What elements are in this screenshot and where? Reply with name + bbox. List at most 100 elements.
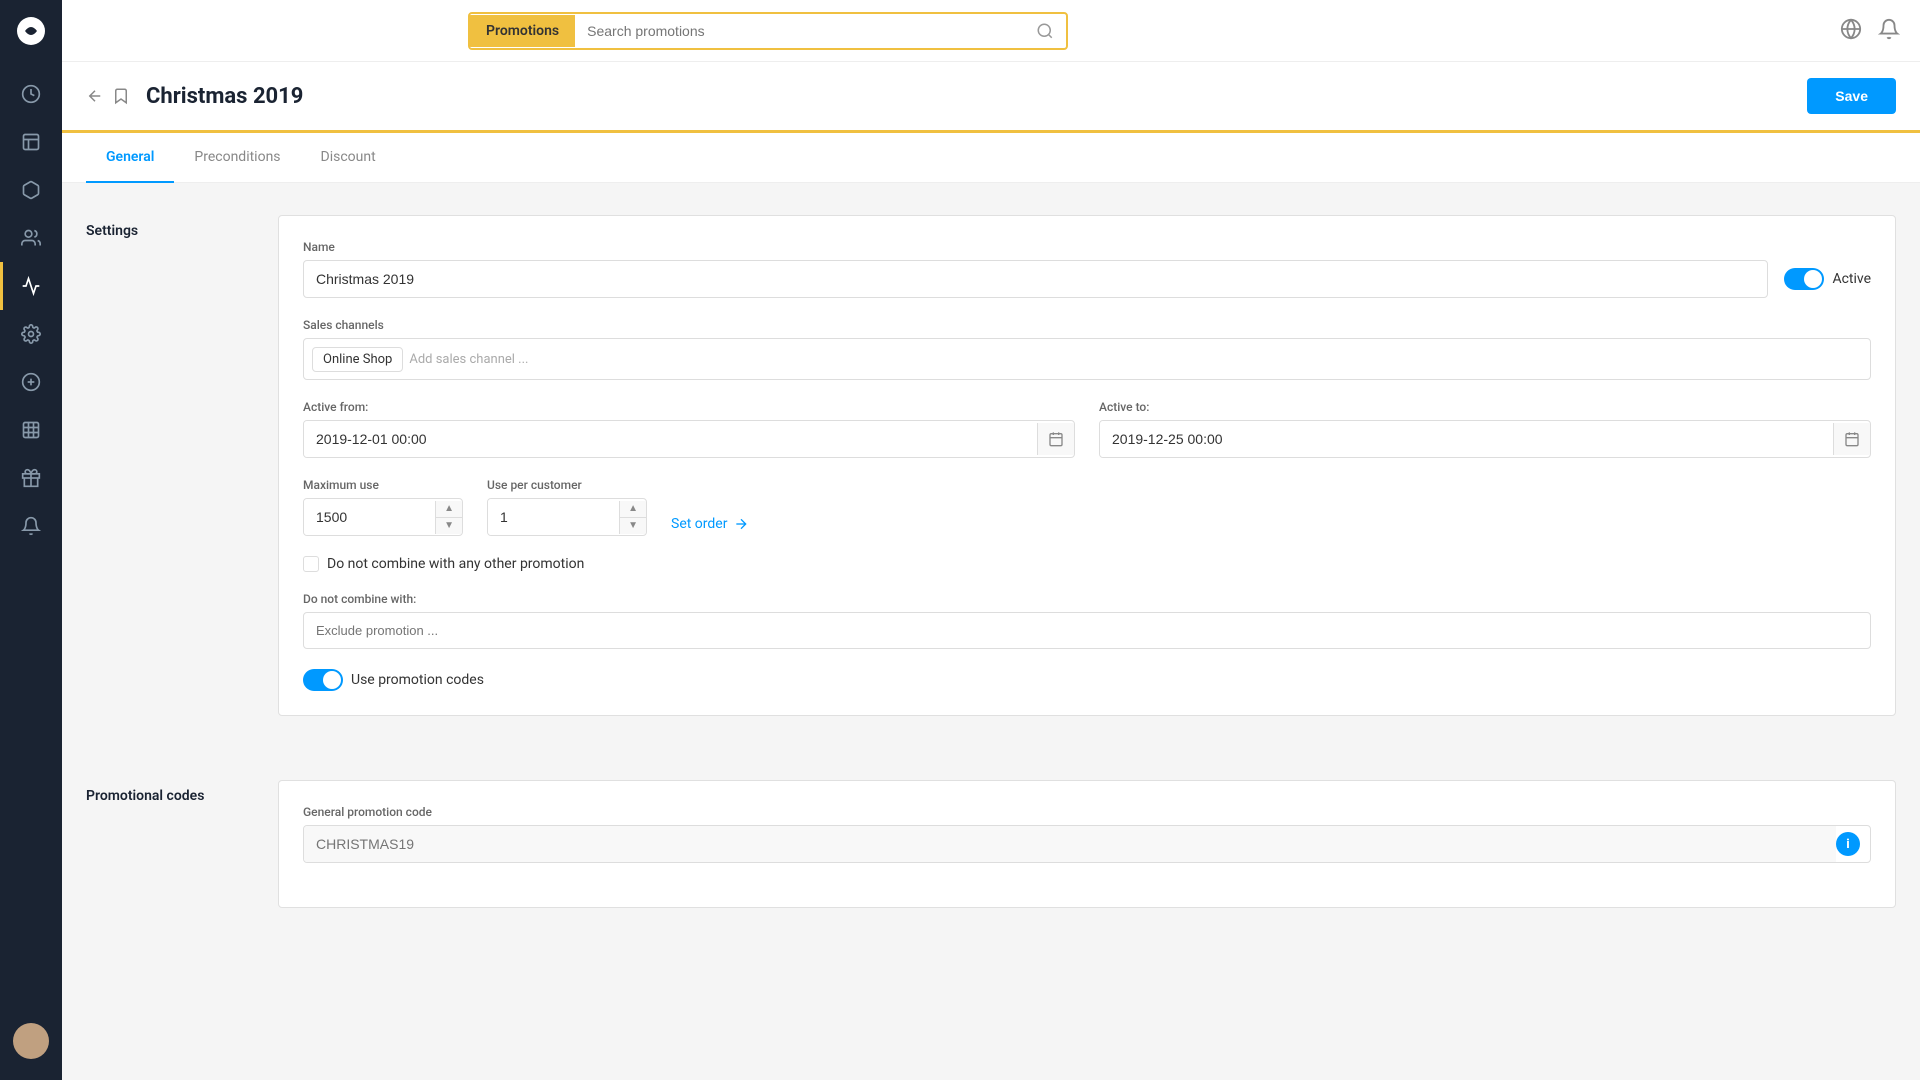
sales-channels-label: Sales channels [303,318,1871,332]
sidebar-item-customers[interactable] [0,214,62,262]
sidebar-item-settings[interactable] [0,310,62,358]
globe-icon [1840,18,1862,40]
sidebar [0,0,62,1080]
content-area: General Preconditions Discount Settings … [62,133,1920,1080]
exclude-label: Do not combine with: [303,592,1871,606]
online-shop-tag[interactable]: Online Shop [312,347,403,372]
settings-label: Settings [86,215,246,716]
promotional-codes-label: Promotional codes [86,780,246,908]
active-from-input-wrap [303,420,1075,458]
search-bar: Promotions [468,12,1068,50]
active-to-input[interactable] [1100,421,1833,457]
exclude-field-group: Do not combine with: [303,592,1871,649]
use-per-customer-spinners: ▲ ▼ [619,501,646,534]
bell-icon [1878,18,1900,40]
active-toggle-container: Active [1784,268,1871,290]
usage-group: Maximum use ▲ ▼ Use per customer [303,478,1871,536]
max-use-field: Maximum use ▲ ▼ [303,478,463,536]
sidebar-navigation [0,62,62,1010]
name-input[interactable] [303,260,1768,298]
max-use-decrement[interactable]: ▼ [436,518,462,534]
no-combine-checkbox[interactable] [303,556,319,572]
name-field-row: Active [303,260,1871,298]
back-navigation [86,87,130,105]
settings-content: Name Active Sales channels Online Shop [278,215,1896,716]
use-promo-codes-label: Use promotion codes [351,672,484,688]
exclude-input[interactable] [303,612,1871,649]
sidebar-item-gift[interactable] [0,454,62,502]
active-from-calendar-button[interactable] [1037,423,1074,455]
promotional-codes-content: General promotion code i [278,780,1896,908]
back-button[interactable] [86,87,104,105]
active-toggle[interactable] [1784,268,1824,290]
globe-icon-button[interactable] [1840,18,1862,44]
page-header: Christmas 2019 Save [62,62,1920,133]
use-per-customer-field: Use per customer ▲ ▼ [487,478,647,536]
use-per-customer-decrement[interactable]: ▼ [620,518,646,534]
max-use-spinners: ▲ ▼ [435,501,462,534]
info-badge[interactable]: i [1836,832,1860,856]
active-to-input-wrap [1099,420,1871,458]
topbar: Promotions [62,0,1920,62]
calendar-icon [1048,431,1064,447]
general-code-field-group: General promotion code i [303,805,1871,863]
use-per-customer-increment[interactable]: ▲ [620,501,646,517]
sidebar-item-reports[interactable] [0,406,62,454]
max-use-input[interactable] [304,499,435,535]
max-use-increment[interactable]: ▲ [436,501,462,517]
no-combine-label: Do not combine with any other promotion [327,556,584,572]
sidebar-item-dashboard[interactable] [0,70,62,118]
max-use-input-wrap: ▲ ▼ [303,498,463,536]
page-title: Christmas 2019 [146,84,1807,109]
sidebar-item-orders[interactable] [0,118,62,166]
active-from-label: Active from: [303,400,1075,414]
sales-channels-field-group: Sales channels Online Shop Add sales cha… [303,318,1871,380]
use-promo-codes-toggle[interactable] [303,669,343,691]
general-code-label: General promotion code [303,805,1871,819]
promo-code-input[interactable] [304,826,1836,862]
active-to-label: Active to: [1099,400,1871,414]
sidebar-item-add[interactable] [0,358,62,406]
avatar-image [13,1023,49,1059]
tab-discount[interactable]: Discount [301,133,396,183]
active-to-calendar-button[interactable] [1833,423,1870,455]
notification-bell-button[interactable] [1878,18,1900,44]
sidebar-item-promotions[interactable] [0,262,62,310]
promotional-codes-section: Promotional codes General promotion code… [62,748,1920,940]
tab-preconditions[interactable]: Preconditions [174,133,300,183]
sidebar-item-bell[interactable] [0,502,62,550]
use-per-customer-input-wrap: ▲ ▼ [487,498,647,536]
topbar-right [1840,18,1900,44]
promo-code-input-wrap: i [303,825,1871,863]
use-per-customer-input[interactable] [488,499,619,535]
search-tab-promotions[interactable]: Promotions [470,15,575,47]
active-toggle-label: Active [1832,271,1871,287]
bookmark-button[interactable] [112,87,130,105]
search-input[interactable] [575,15,1024,47]
active-to-field: Active to: [1099,400,1871,458]
sales-channels-input[interactable]: Online Shop Add sales channel ... [303,338,1871,380]
name-field-group: Name Active [303,240,1871,298]
search-icon-button[interactable] [1024,14,1066,48]
search-icon [1036,22,1054,40]
name-field-label: Name [303,240,1871,254]
set-order-link[interactable]: Set order [671,516,749,536]
arrow-right-icon [733,516,749,532]
sales-channel-placeholder: Add sales channel ... [409,352,528,367]
sidebar-logo[interactable] [0,0,62,62]
save-button[interactable]: Save [1807,78,1896,114]
set-order-label: Set order [671,516,727,532]
sidebar-item-products[interactable] [0,166,62,214]
no-combine-row: Do not combine with any other promotion [303,556,1871,572]
active-from-field: Active from: [303,400,1075,458]
bookmark-icon [112,87,130,105]
active-from-input[interactable] [304,421,1037,457]
tab-general[interactable]: General [86,133,174,183]
use-per-customer-label: Use per customer [487,478,647,492]
date-range-group: Active from: [303,400,1871,458]
sidebar-avatar[interactable] [0,1010,62,1072]
back-arrow-icon [86,87,104,105]
use-promo-codes-container: Use promotion codes [303,669,1871,691]
main-content: Promotions [62,0,1920,1080]
max-use-label: Maximum use [303,478,463,492]
